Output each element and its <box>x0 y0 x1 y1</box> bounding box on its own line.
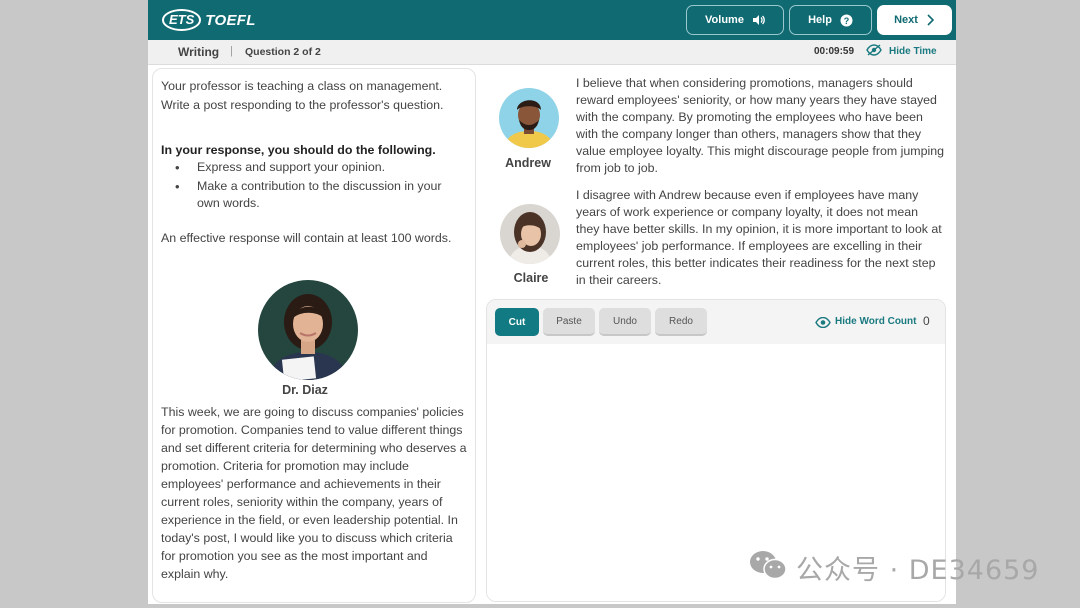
volume-label: Volume <box>705 14 744 26</box>
watermark: 公众号 · DE34659 <box>748 548 1040 587</box>
instructions-list: Express and support your opinion. Make a… <box>175 159 465 214</box>
watermark-text: 公众号 · DE34659 <box>796 555 1040 586</box>
student-avatar-andrew <box>499 88 559 148</box>
volume-button[interactable]: Volume <box>686 5 784 35</box>
professor-post: This week, we are going to discuss compa… <box>161 405 467 581</box>
paste-button[interactable]: Paste <box>543 308 595 336</box>
instructions-title: In your response, you should do the foll… <box>161 143 436 157</box>
student-post-andrew: I believe that when considering promotio… <box>576 76 945 175</box>
hide-time-button[interactable]: Hide Time <box>889 46 937 57</box>
ets-toefl-logo: ETS TOEFL <box>162 7 256 33</box>
wechat-icon <box>748 549 788 586</box>
student-name-claire: Claire <box>513 271 549 285</box>
prompt-panel: Your professor is teaching a class on ma… <box>152 68 476 603</box>
prompt-intro: Your professor is teaching a class on ma… <box>161 79 444 112</box>
section-bar: Writing | Question 2 of 2 00:09:59 Hide … <box>148 40 956 65</box>
professor-avatar <box>258 280 358 380</box>
length-note: An effective response will contain at le… <box>161 231 452 245</box>
list-item: Make a contribution to the discussion in… <box>175 178 465 212</box>
next-button[interactable]: Next <box>877 5 952 35</box>
page-gutter <box>0 604 1080 608</box>
toefl-app: ETS TOEFL Volume Help ? Next Writing | Q… <box>148 0 956 608</box>
section-separator: | <box>230 45 233 57</box>
speaker-icon <box>752 14 765 26</box>
question-counter: Question 2 of 2 <box>245 46 321 58</box>
eye-slash-icon[interactable] <box>866 44 882 59</box>
top-bar: ETS TOEFL Volume Help ? Next <box>148 0 956 40</box>
student-post-claire: I disagree with Andrew because even if e… <box>576 188 942 287</box>
hide-word-count-button[interactable]: Hide Word Count <box>835 316 916 327</box>
toefl-logo-text: TOEFL <box>205 11 256 29</box>
word-count: 0 <box>923 314 930 328</box>
help-label: Help <box>808 14 832 26</box>
cut-button[interactable]: Cut <box>495 308 539 336</box>
professor-name: Dr. Diaz <box>282 383 328 397</box>
student-name-andrew: Andrew <box>505 156 551 170</box>
chevron-right-icon <box>926 14 935 26</box>
question-circle-icon: ? <box>840 14 853 27</box>
redo-button[interactable]: Redo <box>655 308 707 336</box>
ets-logo-mark: ETS <box>162 9 202 31</box>
next-label: Next <box>894 14 918 26</box>
student-avatar-claire <box>500 204 560 264</box>
eye-icon[interactable] <box>815 315 831 333</box>
help-button[interactable]: Help ? <box>789 5 872 35</box>
section-title: Writing <box>178 45 220 59</box>
list-item: Express and support your opinion. <box>175 159 465 176</box>
undo-button[interactable]: Undo <box>599 308 651 336</box>
countdown-timer: 00:09:59 <box>814 46 855 57</box>
svg-text:?: ? <box>844 16 850 26</box>
editor-toolbar: Cut Paste Undo Redo Hide Word Count 0 <box>487 300 945 344</box>
